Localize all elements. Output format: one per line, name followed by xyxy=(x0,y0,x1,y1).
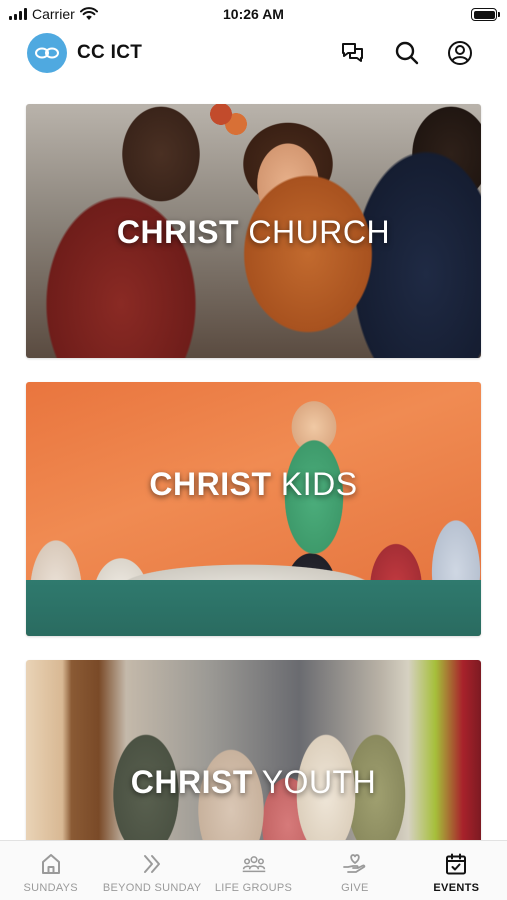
card-title-bold: CHRIST xyxy=(149,466,272,502)
tab-sundays[interactable]: SUNDAYS xyxy=(0,841,101,900)
card-title-light: KIDS xyxy=(271,466,358,502)
card-title: CHRIST KIDS xyxy=(26,466,481,503)
ministry-feed: CHRIST CHURCH CHRIST KIDS CHRIST YOUTH xyxy=(0,80,507,840)
tab-bar: SUNDAYS BEYOND SUNDAY LIFE GROUPS GIVE E… xyxy=(0,840,507,900)
give-icon xyxy=(342,851,368,877)
card-christ-youth[interactable]: CHRIST YOUTH xyxy=(26,660,481,840)
app-header: CC ICT xyxy=(0,30,507,80)
tab-label: EVENTS xyxy=(433,882,480,894)
tab-beyond-sunday[interactable]: BEYOND SUNDAY xyxy=(101,841,202,900)
card-photo xyxy=(26,382,481,636)
card-title: CHRIST CHURCH xyxy=(26,214,481,251)
tab-give[interactable]: GIVE xyxy=(304,841,405,900)
card-christ-kids[interactable]: CHRIST KIDS xyxy=(26,382,481,636)
tab-label: LIFE GROUPS xyxy=(214,882,293,894)
home-icon xyxy=(38,851,64,877)
card-title: CHRIST YOUTH xyxy=(26,764,481,801)
search-icon[interactable] xyxy=(392,38,422,68)
battery-icon xyxy=(471,8,500,21)
double-chevron-icon xyxy=(139,851,165,877)
card-title-bold: CHRIST xyxy=(130,764,253,800)
group-icon xyxy=(241,851,267,877)
app-title: CC ICT xyxy=(77,42,143,63)
status-time: 10:26 AM xyxy=(223,6,284,22)
tab-label: BEYOND SUNDAY xyxy=(102,882,202,894)
tab-life-groups[interactable]: LIFE GROUPS xyxy=(203,841,304,900)
tab-events[interactable]: EVENTS xyxy=(406,841,507,900)
chat-icon[interactable] xyxy=(338,38,368,68)
status-bar: Carrier 10:26 AM xyxy=(0,0,507,30)
card-title-light: YOUTH xyxy=(252,764,377,800)
card-photo xyxy=(26,660,481,840)
logo-icon[interactable] xyxy=(27,33,67,73)
card-title-light: CHURCH xyxy=(239,214,391,250)
calendar-icon xyxy=(443,851,469,877)
card-christ-church[interactable]: CHRIST CHURCH xyxy=(26,104,481,358)
profile-icon[interactable] xyxy=(445,38,475,68)
card-title-bold: CHRIST xyxy=(116,214,240,250)
tab-label: GIVE xyxy=(341,882,369,894)
tab-label: SUNDAYS xyxy=(23,882,78,894)
